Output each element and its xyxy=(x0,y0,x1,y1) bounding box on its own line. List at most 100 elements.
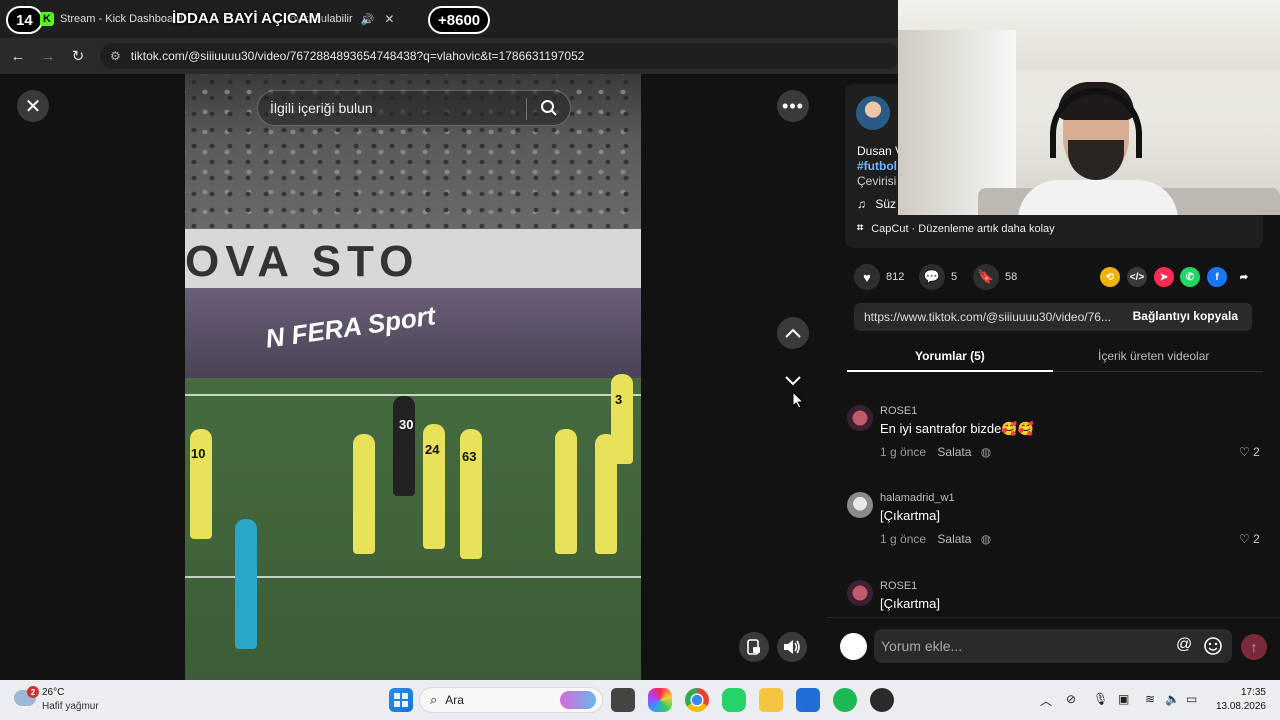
jersey-number: 3 xyxy=(615,392,623,407)
copilot-icon[interactable] xyxy=(648,688,672,712)
forward-icon[interactable]: → xyxy=(38,46,58,66)
commenter-avatar[interactable] xyxy=(847,492,873,518)
comment-text: [Çıkartma] xyxy=(880,508,940,523)
weather-description: Hafif yağmur xyxy=(42,701,99,712)
capcut-promo[interactable]: ⌗ CapCut · Düzenleme artık daha kolay xyxy=(857,222,1055,235)
bookmark-icon: 🔖 xyxy=(973,264,999,290)
comment-username[interactable]: halamadrid_w1 xyxy=(880,492,955,504)
related-search-placeholder: İlgili içeriği bulun xyxy=(270,100,373,116)
share-arrow-icon[interactable]: ➦ xyxy=(1234,267,1254,287)
hashtag[interactable]: #futbol xyxy=(857,159,897,173)
capcut-label: CapCut · Düzenleme artık daha kolay xyxy=(871,222,1055,235)
share-link-url[interactable]: https://www.tiktok.com/@siiiuuuu30/video… xyxy=(864,310,1124,324)
pip-button[interactable] xyxy=(739,632,769,662)
url-field[interactable]: ⚙ tiktok.com/@siiiuuuu30/video/767288489… xyxy=(100,43,900,69)
tab-creator-videos[interactable]: İçerik üreten videolar xyxy=(1098,349,1209,363)
heart-icon: ♥ xyxy=(854,264,880,290)
start-button[interactable] xyxy=(389,688,413,712)
comment-text: [Çıkartma] xyxy=(880,596,940,611)
stream-overlay-title: İDDAA BAYİ AÇICAM xyxy=(172,10,322,27)
tray-overflow-icon[interactable]: ︿ xyxy=(1040,692,1052,709)
wifi-icon[interactable]: ≋ xyxy=(1145,692,1155,706)
close-button[interactable]: ✕ xyxy=(17,90,49,122)
send-comment-button[interactable]: ↑ xyxy=(1241,634,1267,660)
translate-link[interactable]: Çevirisi xyxy=(857,174,896,188)
tab-comments[interactable]: Yorumlar (5) xyxy=(915,349,985,363)
spotify-icon[interactable] xyxy=(833,688,857,712)
chrome-icon[interactable] xyxy=(685,688,709,712)
app-icon[interactable] xyxy=(870,688,894,712)
store-icon[interactable] xyxy=(796,688,820,712)
facebook-icon[interactable]: f xyxy=(1207,267,1227,287)
system-clock[interactable]: 17:35 13.08.2026 xyxy=(1212,686,1266,714)
comment-like-button[interactable]: ♡ 2 xyxy=(1239,445,1260,459)
author-name[interactable]: Dusan V xyxy=(857,144,903,158)
tab-kick-dashboard[interactable]: K Stream - Kick Dashboard xyxy=(40,6,183,32)
like-button[interactable]: ♥ 812 xyxy=(854,264,904,290)
tab-close-icon[interactable]: ✕ xyxy=(384,12,394,26)
search-icon: ⌕ xyxy=(430,692,438,707)
clock-date: 13.08.2026 xyxy=(1215,701,1266,712)
url-text: tiktok.com/@siiiuuuu30/video/76728848936… xyxy=(130,49,585,63)
reload-icon[interactable]: ↻ xyxy=(68,46,88,66)
heart-outline-icon: ♡ xyxy=(1239,445,1250,459)
microphone-icon[interactable]: 🎙 xyxy=(1093,692,1108,706)
comment-time: 1 g önce xyxy=(880,445,927,459)
reply-label[interactable]: Salata xyxy=(937,532,971,546)
tray-app-icon[interactable]: ▣ xyxy=(1118,692,1129,706)
comment-placeholder: Yorum ekle... xyxy=(881,638,963,654)
whatsapp-icon[interactable]: ✆ xyxy=(1180,267,1200,287)
jersey-number: 24 xyxy=(425,442,440,457)
battery-icon[interactable]: ▭ xyxy=(1186,692,1197,706)
commenter-avatar[interactable] xyxy=(847,405,873,431)
author-like-badge-icon: ◍ xyxy=(980,532,992,546)
like-count: 812 xyxy=(886,271,905,283)
comment-meta: 1 g önce Salata ◍ xyxy=(880,445,991,459)
speaker-icon[interactable]: 🔈 xyxy=(1165,692,1180,706)
more-options-button[interactable]: ••• xyxy=(777,90,809,122)
volume-button[interactable] xyxy=(777,632,807,662)
comment-username[interactable]: ROSE1 xyxy=(880,580,917,592)
back-icon[interactable]: ← xyxy=(8,46,28,66)
video-player[interactable]: OVA STO N FERA Sport 10 24 63 30 3 xyxy=(185,74,641,680)
heart-outline-icon: ♡ xyxy=(1239,532,1250,546)
chevron-down-icon xyxy=(785,376,801,386)
comment-like-button[interactable]: ♡ 2 xyxy=(1239,532,1260,546)
comment-like-count: 2 xyxy=(1253,445,1260,459)
close-icon: ✕ xyxy=(24,95,42,118)
windows-logo-icon xyxy=(394,693,408,707)
weather-badge: 2 xyxy=(27,686,39,698)
comment-icon: 💬 xyxy=(919,264,945,290)
player xyxy=(555,429,577,554)
jersey-number: 10 xyxy=(191,446,206,461)
related-search-field[interactable]: İlgili içeriği bulun xyxy=(257,90,571,126)
embed-icon[interactable]: </> xyxy=(1127,267,1147,287)
taskbar-search[interactable]: ⌕ Ara xyxy=(419,687,603,713)
site-settings-icon[interactable]: ⚙ xyxy=(110,49,121,63)
comment-username[interactable]: ROSE1 xyxy=(880,405,917,417)
repost-icon[interactable]: ⟲ xyxy=(1100,267,1120,287)
author-avatar[interactable] xyxy=(856,96,890,130)
reply-label[interactable]: Salata xyxy=(937,445,971,459)
copy-link-button[interactable]: Bağlantıyı kopyala xyxy=(1133,309,1238,323)
volume-icon xyxy=(784,640,800,654)
emoji-icon[interactable] xyxy=(1203,636,1223,656)
commenter-avatar[interactable] xyxy=(847,580,873,606)
network-off-icon[interactable]: ⊘ xyxy=(1066,692,1076,706)
task-view-icon[interactable] xyxy=(611,688,635,712)
comment-button[interactable]: 💬 5 xyxy=(919,264,957,290)
file-explorer-icon[interactable] xyxy=(759,688,783,712)
search-icon[interactable] xyxy=(540,99,558,117)
comment-meta: 1 g önce Salata ◍ xyxy=(880,532,991,546)
send-to-friends-icon[interactable]: ➤ xyxy=(1154,267,1174,287)
more-icon: ••• xyxy=(782,95,804,116)
save-count: 58 xyxy=(1005,271,1018,283)
mention-icon[interactable]: @ xyxy=(1176,636,1192,654)
tab-title: Stream - Kick Dashboard xyxy=(60,13,183,25)
player xyxy=(393,396,415,496)
whatsapp-app-icon[interactable] xyxy=(722,688,746,712)
sound-row[interactable]: ♫ Süz xyxy=(857,197,896,211)
save-button[interactable]: 🔖 58 xyxy=(973,264,1017,290)
banner-text: OVA STO xyxy=(185,237,420,286)
previous-video-button[interactable] xyxy=(777,317,809,349)
